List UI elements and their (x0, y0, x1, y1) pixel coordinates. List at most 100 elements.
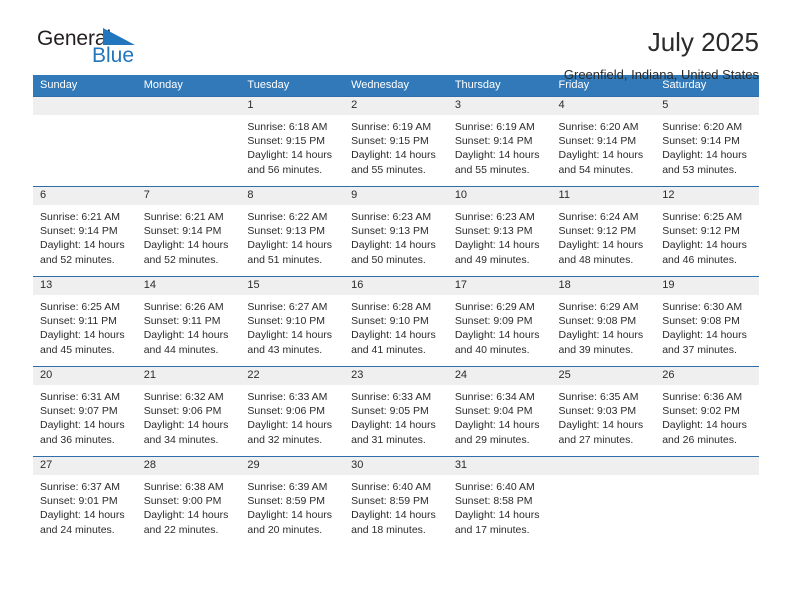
day-number (136, 97, 241, 115)
calendar-day-cell[interactable]: 25 Sunrise: 6:35 AM Sunset: 9:03 PM Dayligh… (551, 366, 656, 457)
calendar-day-cell[interactable]: 1 Sunrise: 6:18 AM Sunset: 9:15 PM Daylight… (240, 96, 345, 187)
calendar-day-cell[interactable]: 19 Sunrise: 6:30 AM Sunset: 9:08 PM Dayligh… (655, 276, 759, 367)
calendar-day-cell[interactable]: 3 Sunrise: 6:19 AM Sunset: 9:14 PM Daylight… (447, 96, 552, 187)
calendar-week-row: 27 Sunrise: 6:37 AM Sunset: 9:01 PM Dayligh… (33, 456, 759, 547)
daylight-text: Daylight: 14 hours and 48 minutes. (558, 239, 644, 266)
calendar-day-cell[interactable]: 27 Sunrise: 6:37 AM Sunset: 9:01 PM Dayligh… (33, 456, 137, 547)
calendar-day-cell[interactable]: 11 Sunrise: 6:24 AM Sunset: 9:12 PM Dayligh… (551, 186, 656, 277)
sunrise-text: Sunrise: 6:24 AM (558, 211, 639, 223)
daylight-text: Daylight: 14 hours and 45 minutes. (40, 329, 125, 356)
page-title: July 2025 (647, 27, 759, 57)
daylight-text: Daylight: 14 hours and 32 minutes. (247, 419, 333, 446)
calendar-day-cell[interactable]: 15 Sunrise: 6:27 AM Sunset: 9:10 PM Dayligh… (240, 276, 345, 367)
calendar-day-cell[interactable]: 13 Sunrise: 6:25 AM Sunset: 9:11 PM Dayligh… (33, 276, 137, 367)
calendar-day-cell[interactable]: 31 Sunrise: 6:40 AM Sunset: 8:58 PM Dayligh… (447, 456, 552, 547)
sunset-text: Sunset: 9:08 PM (558, 315, 637, 328)
day-details: Sunrise: 6:34 AM Sunset: 9:04 PM Daylight:… (448, 385, 552, 447)
sunset-text: Sunset: 9:12 PM (558, 225, 637, 238)
calendar-day-cell[interactable]: 10 Sunrise: 6:23 AM Sunset: 9:13 PM Dayligh… (447, 186, 552, 277)
sunset-text: Sunset: 8:59 PM (351, 495, 429, 508)
sunset-text: Sunset: 9:01 PM (40, 495, 118, 508)
daylight-text: Daylight: 14 hours and 29 minutes. (454, 419, 540, 446)
day-details: Sunrise: 6:27 AM Sunset: 9:10 PM Daylight:… (240, 295, 344, 357)
day-details: Sunrise: 6:33 AM Sunset: 9:05 PM Daylight:… (344, 385, 448, 447)
calendar-day-cell[interactable]: 2 Sunrise: 6:19 AM Sunset: 9:15 PM Daylight… (344, 96, 448, 187)
calendar-day-cell[interactable]: 22 Sunrise: 6:33 AM Sunset: 9:06 PM Dayligh… (240, 366, 345, 457)
calendar-day-cell[interactable]: 5 Sunrise: 6:20 AM Sunset: 9:14 PM Daylight… (655, 96, 759, 187)
calendar-day-cell[interactable]: 24 Sunrise: 6:34 AM Sunset: 9:04 PM Dayligh… (447, 366, 552, 457)
day-details: Sunrise: 6:39 AM Sunset: 8:59 PM Daylight:… (240, 475, 344, 537)
calendar-day-cell[interactable]: 30 Sunrise: 6:40 AM Sunset: 8:59 PM Dayligh… (344, 456, 448, 547)
sunrise-text: Sunrise: 6:25 AM (40, 301, 120, 313)
sunset-text: Sunset: 9:02 PM (662, 405, 740, 418)
day-number: 3 (447, 97, 552, 115)
calendar-table: Sunday Monday Tuesday Wednesday Thursday… (33, 75, 759, 547)
calendar-day-cell[interactable]: 29 Sunrise: 6:39 AM Sunset: 8:59 PM Dayligh… (240, 456, 345, 547)
sunrise-text: Sunrise: 6:29 AM (558, 301, 639, 313)
day-details: Sunrise: 6:40 AM Sunset: 8:59 PM Daylight:… (344, 475, 448, 537)
sunset-text: Sunset: 9:04 PM (454, 405, 533, 418)
calendar-day-cell[interactable]: 14 Sunrise: 6:26 AM Sunset: 9:11 PM Dayligh… (136, 276, 241, 367)
weekday-header-sunday: Sunday (33, 75, 137, 97)
day-number: 21 (136, 367, 241, 385)
daylight-text: Daylight: 14 hours and 26 minutes. (662, 419, 747, 446)
calendar-day-cell[interactable]: 23 Sunrise: 6:33 AM Sunset: 9:05 PM Dayligh… (344, 366, 448, 457)
calendar-day-cell[interactable]: 7 Sunrise: 6:21 AM Sunset: 9:14 PM Daylight… (136, 186, 241, 277)
daylight-text: Daylight: 14 hours and 52 minutes. (143, 239, 229, 266)
calendar-day-cell[interactable]: 20 Sunrise: 6:31 AM Sunset: 9:07 PM Dayligh… (33, 366, 137, 457)
sunset-text: Sunset: 9:14 PM (558, 135, 637, 148)
day-number: 26 (655, 367, 759, 385)
sunset-text: Sunset: 9:10 PM (351, 315, 429, 328)
brand-logo[interactable]: General Blue (33, 28, 163, 76)
calendar-day-cell[interactable]: 6 Sunrise: 6:21 AM Sunset: 9:14 PM Daylight… (33, 186, 137, 277)
calendar-day-cell[interactable]: 16 Sunrise: 6:28 AM Sunset: 9:10 PM Dayligh… (344, 276, 448, 367)
day-details: Sunrise: 6:28 AM Sunset: 9:10 PM Daylight:… (344, 295, 448, 357)
daylight-text: Daylight: 14 hours and 24 minutes. (40, 509, 125, 536)
daylight-text: Daylight: 14 hours and 56 minutes. (247, 149, 333, 176)
day-details: Sunrise: 6:32 AM Sunset: 9:06 PM Daylight:… (137, 385, 241, 447)
day-details: Sunrise: 6:24 AM Sunset: 9:12 PM Daylight:… (552, 205, 656, 267)
day-number (655, 457, 759, 475)
day-number: 30 (344, 457, 448, 475)
day-number: 10 (447, 187, 552, 205)
sunset-text: Sunset: 9:08 PM (662, 315, 740, 328)
day-number: 20 (33, 367, 137, 385)
sunrise-text: Sunrise: 6:40 AM (454, 481, 535, 493)
calendar-day-cell[interactable]: 18 Sunrise: 6:29 AM Sunset: 9:08 PM Dayligh… (551, 276, 656, 367)
day-details: Sunrise: 6:25 AM Sunset: 9:12 PM Daylight:… (655, 205, 759, 267)
calendar-body: 1 Sunrise: 6:18 AM Sunset: 9:15 PM Daylight… (33, 96, 759, 547)
day-details: Sunrise: 6:19 AM Sunset: 9:14 PM Daylight:… (448, 115, 552, 177)
day-number: 28 (136, 457, 241, 475)
day-number: 4 (551, 97, 656, 115)
day-number: 6 (33, 187, 137, 205)
daylight-text: Daylight: 14 hours and 36 minutes. (40, 419, 125, 446)
day-number: 5 (655, 97, 759, 115)
calendar-day-cell[interactable]: 26 Sunrise: 6:36 AM Sunset: 9:02 PM Dayligh… (655, 366, 759, 457)
weekday-header-wednesday: Wednesday (344, 75, 448, 97)
daylight-text: Daylight: 14 hours and 52 minutes. (40, 239, 125, 266)
sunrise-text: Sunrise: 6:34 AM (454, 391, 535, 403)
sunrise-text: Sunrise: 6:23 AM (351, 211, 432, 223)
daylight-text: Daylight: 14 hours and 20 minutes. (247, 509, 333, 536)
day-number: 22 (240, 367, 345, 385)
calendar-day-cell[interactable]: 21 Sunrise: 6:32 AM Sunset: 9:06 PM Dayligh… (136, 366, 241, 457)
calendar-day-cell[interactable]: 8 Sunrise: 6:22 AM Sunset: 9:13 PM Daylight… (240, 186, 345, 277)
sunrise-text: Sunrise: 6:28 AM (351, 301, 432, 313)
calendar-day-cell[interactable]: 17 Sunrise: 6:29 AM Sunset: 9:09 PM Dayligh… (447, 276, 552, 367)
sunrise-text: Sunrise: 6:25 AM (662, 211, 743, 223)
calendar-day-cell[interactable]: 9 Sunrise: 6:23 AM Sunset: 9:13 PM Daylight… (344, 186, 448, 277)
calendar-day-cell[interactable]: 12 Sunrise: 6:25 AM Sunset: 9:12 PM Dayligh… (655, 186, 759, 277)
day-number: 23 (344, 367, 448, 385)
day-number: 19 (655, 277, 759, 295)
daylight-text: Daylight: 14 hours and 50 minutes. (351, 239, 436, 266)
sunrise-text: Sunrise: 6:33 AM (247, 391, 328, 403)
day-details: Sunrise: 6:20 AM Sunset: 9:14 PM Daylight:… (552, 115, 656, 177)
daylight-text: Daylight: 14 hours and 49 minutes. (454, 239, 540, 266)
sunrise-text: Sunrise: 6:36 AM (662, 391, 743, 403)
calendar-day-cell[interactable]: 28 Sunrise: 6:38 AM Sunset: 9:00 PM Dayligh… (136, 456, 241, 547)
calendar-week-row: 1 Sunrise: 6:18 AM Sunset: 9:15 PM Daylight… (33, 96, 759, 187)
calendar-day-cell[interactable]: 4 Sunrise: 6:20 AM Sunset: 9:14 PM Daylight… (551, 96, 656, 187)
day-number: 7 (136, 187, 241, 205)
calendar-week-row: 6 Sunrise: 6:21 AM Sunset: 9:14 PM Daylight… (33, 186, 759, 277)
daylight-text: Daylight: 14 hours and 55 minutes. (454, 149, 540, 176)
